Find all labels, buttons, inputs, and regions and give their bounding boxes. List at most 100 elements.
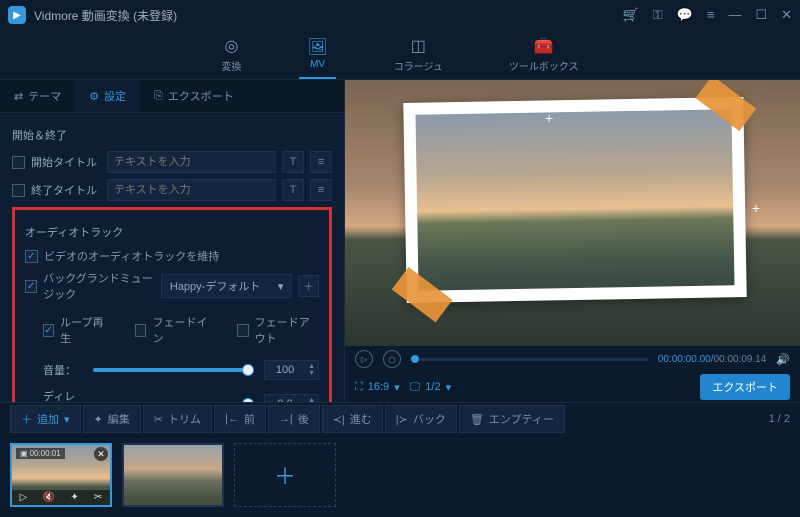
skip-fwd-icon: |≻ [396,413,408,426]
bg-music-label: バックグランドミュージック [43,270,155,302]
export-icon: ⎘ [154,90,163,103]
preview-options: ⛶16:9▾ 🖵1/2▾ エクスポート [345,372,800,402]
timeline-strip: ＋ 追加 ▾ ✦編集 ✂トリム |←前 →|後 ≺|進む |≻バック 🗑エンプテ… [0,402,800,517]
preview-panel: + + ▷ ◻ 00:00:00.00/00:00:09.14 🔊 ⛶16:9▾… [345,80,800,402]
clip-list: ▣ 00:00:01 ✕ ▷ 🔇 ✦ ✂ ＋ [0,435,800,517]
titlebar: ▶ Vidmore 動画変換 (未登録) 🛒 ⚿ 💬 ≡ — ☐ ✕ [0,0,800,30]
aspect-ratio-selector[interactable]: ⛶16:9▾ [355,381,400,394]
skip-back-icon: ≺| [333,413,345,426]
start-title-label: 開始タイトル [31,154,101,170]
start-text-align-button[interactable]: ≡ [310,151,332,173]
cart-icon[interactable]: 🛒 [623,7,639,23]
edit-button[interactable]: ✦編集 [83,405,141,433]
clip-duration-badge: ▣ 00:00:01 [16,448,65,459]
export-button[interactable]: エクスポート [700,374,790,400]
sub-tab-settings[interactable]: ⚙ 設定 [75,80,140,112]
audio-track-section: オーディオトラック ビデオのオーディオトラックを維持 バックグランドミュージック… [12,207,332,402]
collage-icon: ◫ [411,36,426,56]
clip-remove-button[interactable]: ✕ [94,447,108,461]
volume-up[interactable]: ▲ [305,363,318,370]
delay-up[interactable]: ▲ [305,397,318,402]
fadeout-checkbox[interactable] [237,324,248,337]
mv-icon: 🖼 [307,37,327,57]
convert-icon: ◎ [224,36,238,56]
forward-button[interactable]: ≺|進む [322,405,383,433]
chevron-down-icon: ▾ [446,381,452,394]
play-button[interactable]: ▷ [355,350,373,368]
end-title-checkbox[interactable] [12,184,25,197]
end-title-input[interactable] [107,179,276,201]
maximize-icon[interactable]: ☐ [755,7,767,23]
menu-icon[interactable]: ≡ [707,7,715,23]
back-button[interactable]: |≻バック [385,405,457,433]
anchor-icon[interactable]: + [752,200,760,216]
page-indicator: 1 / 2 [769,413,790,425]
close-icon[interactable]: ✕ [781,7,792,23]
preview-canvas[interactable]: + + [345,80,800,346]
delay-spinner[interactable]: ▲▼ [264,394,319,402]
progress-slider[interactable] [411,358,648,361]
end-text-align-button[interactable]: ≡ [310,179,332,201]
sub-tab-export[interactable]: ⎘ エクスポート [140,80,247,112]
clip-edit-icon[interactable]: ✦ [70,492,78,503]
app-logo: ▶ [8,6,26,24]
start-title-checkbox[interactable] [12,156,25,169]
time-display: 00:00:00.00/00:00:09.14 [658,354,766,365]
trim-button[interactable]: ✂トリム [143,405,212,433]
workspace: ⇄ テーマ ⚙ 設定 ⎘ エクスポート 開始＆終了 開始タイトル T ≡ [0,80,800,402]
minimize-icon[interactable]: — [728,7,741,23]
after-button[interactable]: →|後 [268,405,320,433]
key-icon[interactable]: ⚿ [653,7,663,23]
page-selector[interactable]: 🖵1/2▾ [410,381,451,394]
chevron-down-icon: ▾ [394,381,400,394]
add-button[interactable]: ＋ 追加 ▾ [10,405,81,433]
bg-music-dropdown[interactable]: Happy-デフォルト ▾ [161,274,293,298]
clip-play-icon[interactable]: ▷ [20,492,28,503]
clip-mute-icon[interactable]: 🔇 [43,492,55,503]
before-button[interactable]: |←前 [214,405,266,433]
fadein-checkbox[interactable] [135,324,146,337]
wand-icon: ✦ [94,413,103,426]
start-text-style-button[interactable]: T [282,151,304,173]
tab-mv[interactable]: 🖼 MV [299,30,335,79]
loop-checkbox[interactable] [43,324,54,337]
clip-thumbnail[interactable]: ▣ 00:00:01 ✕ ▷ 🔇 ✦ ✂ [10,443,112,507]
toolbox-icon: 🧰 [534,36,554,56]
clip-trim-icon[interactable]: ✂ [94,492,102,503]
start-title-input[interactable] [107,151,276,173]
anchor-icon[interactable]: + [545,110,553,126]
main-tabs: ◎ 変換 🖼 MV ◫ コラージュ 🧰 ツールボックス [0,30,800,80]
chat-icon[interactable]: 💬 [677,7,693,23]
end-title-label: 終了タイトル [31,182,101,198]
end-text-style-button[interactable]: T [282,179,304,201]
volume-slider[interactable] [93,368,254,372]
bg-music-checkbox[interactable] [25,280,37,293]
tab-collage[interactable]: ◫ コラージュ [386,30,451,79]
add-clip-button[interactable]: ＋ [234,443,336,507]
section-start-end-title: 開始＆終了 [12,127,332,143]
scissors-icon: ✂ [154,413,163,426]
screen-icon: 🖵 [410,381,421,394]
chevron-down-icon: ▾ [278,280,284,293]
volume-icon[interactable]: 🔊 [776,353,790,366]
keep-audio-checkbox[interactable] [25,250,38,263]
crop-icon: ⛶ [355,381,363,394]
photo-frame [403,97,746,303]
clip-thumbnail[interactable] [122,443,224,507]
bar-left-icon: |← [225,413,239,425]
tab-convert[interactable]: ◎ 変換 [213,30,249,79]
theme-icon: ⇄ [14,90,23,103]
playback-controls: ▷ ◻ 00:00:00.00/00:00:09.14 🔊 [345,346,800,372]
stop-button[interactable]: ◻ [383,350,401,368]
empty-button[interactable]: 🗑エンプティー [459,405,565,433]
add-music-button[interactable]: ＋ [298,275,319,297]
sub-tabs: ⇄ テーマ ⚙ 設定 ⎘ エクスポート [0,80,344,113]
volume-down[interactable]: ▼ [305,370,318,377]
volume-label: 音量： [43,362,83,378]
delay-label: ディレイ： [43,388,83,402]
trash-icon: 🗑 [470,413,484,426]
volume-spinner[interactable]: ▲▼ [264,360,319,380]
sub-tab-theme[interactable]: ⇄ テーマ [0,80,75,112]
tab-toolbox[interactable]: 🧰 ツールボックス [501,30,587,79]
gear-icon: ⚙ [89,90,99,103]
